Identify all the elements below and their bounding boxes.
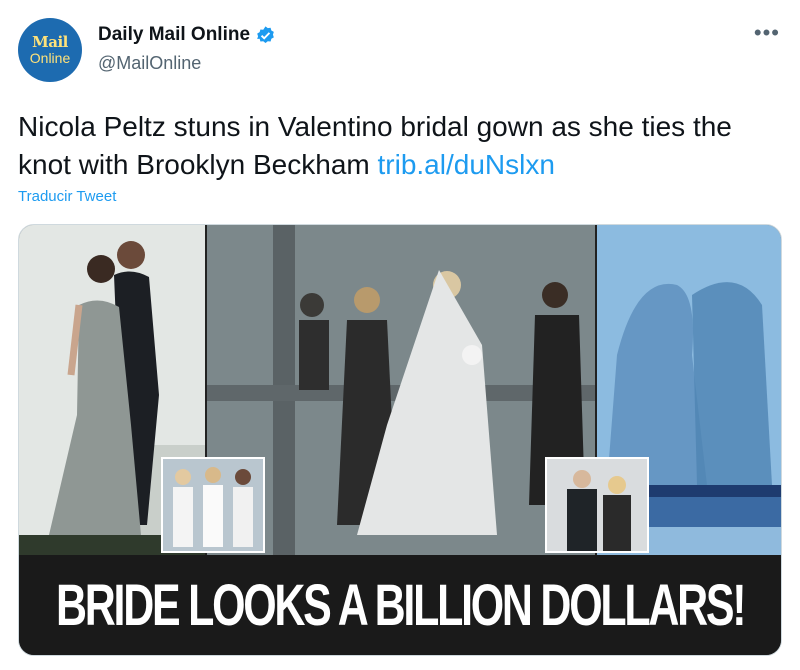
translate-tweet-link[interactable]: Traducir Tweet: [18, 188, 116, 205]
more-horizontal-icon[interactable]: •••: [754, 20, 780, 46]
photo-panel-bride-window: [161, 225, 595, 555]
avatar[interactable]: Mail Online: [18, 18, 82, 82]
inset-bridesmaids-photo: [161, 457, 265, 553]
verified-badge-icon: [255, 25, 276, 46]
tweet-media-image[interactable]: BRIDE LOOKS A BILLION DOLLARS!: [18, 224, 782, 656]
inset-guests-photo: [545, 457, 649, 553]
avatar-mail-text: Mail: [32, 32, 68, 51]
account-handle[interactable]: @MailOnline: [98, 53, 201, 74]
photo-panel-kiss: [545, 225, 781, 555]
avatar-online-text: Online: [29, 49, 71, 66]
tweet-link[interactable]: trib.al/duNslxn: [378, 149, 555, 180]
tweet-text: Nicola Peltz stuns in Valentino bridal g…: [18, 108, 778, 184]
media-headline: BRIDE LOOKS A BILLION DOLLARS!: [19, 555, 781, 655]
account-name: Daily Mail Online: [98, 24, 251, 45]
tweet-body: Nicola Peltz stuns in Valentino bridal g…: [18, 111, 732, 180]
account-name-link[interactable]: Daily Mail Online: [98, 24, 276, 46]
media-headline-text: BRIDE LOOKS A BILLION DOLLARS!: [55, 572, 747, 638]
